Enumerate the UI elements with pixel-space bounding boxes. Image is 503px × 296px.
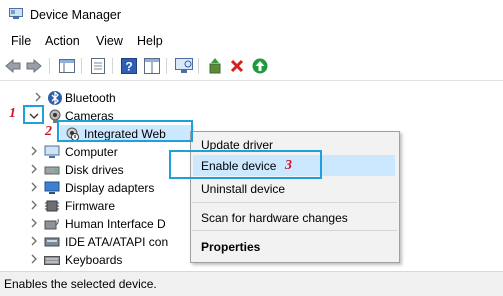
chevron-right-icon	[31, 182, 37, 192]
toolbar-separator	[112, 58, 113, 74]
view-pane-icon	[144, 58, 160, 74]
forward-arrow-icon	[26, 59, 42, 73]
menu-file[interactable]: File	[11, 34, 31, 48]
properties-sheet-icon	[91, 58, 105, 74]
device-manager-icon	[9, 8, 23, 19]
disk-drive-icon	[44, 166, 60, 175]
back-button[interactable]	[4, 57, 22, 75]
status-text: Enables the selected device.	[4, 277, 157, 291]
update-driver-icon	[209, 58, 221, 74]
update-driver-toolbar-button[interactable]	[206, 57, 224, 75]
view-toolbar-button[interactable]	[143, 57, 161, 75]
step-number-2: 2	[45, 124, 52, 139]
ide-controller-icon	[44, 237, 60, 247]
enable-arrow-icon	[252, 58, 268, 74]
chevron-right-icon	[35, 92, 41, 102]
status-bar: Enables the selected device.	[0, 271, 503, 296]
keyboard-icon	[44, 256, 60, 265]
tree-item-label: Human Interface D	[65, 217, 166, 231]
delete-x-icon	[230, 59, 244, 73]
tree-item-label: Display adapters	[65, 181, 155, 195]
bluetooth-icon	[48, 91, 62, 105]
help-toolbar-button[interactable]: ?	[120, 57, 138, 75]
tree-item-label: Bluetooth	[65, 91, 116, 105]
chevron-right-icon	[31, 254, 37, 264]
tree-item-label: Keyboards	[65, 253, 123, 267]
toolbar-separator	[49, 58, 50, 74]
toolbar-separator	[81, 58, 82, 74]
forward-button[interactable]	[25, 57, 43, 75]
menu-help[interactable]: Help	[137, 34, 163, 48]
callout-box-enable	[169, 150, 322, 179]
window-title: Device Manager	[30, 8, 122, 22]
show-hide-tree-button[interactable]	[58, 57, 76, 75]
callout-box-device	[57, 120, 193, 142]
chevron-right-icon	[31, 236, 37, 246]
menu-bar: File Action View Help	[0, 30, 503, 52]
menu-separator	[192, 202, 397, 203]
tree-item-label: IDE ATA/ATAPI con	[65, 235, 169, 249]
back-arrow-icon	[5, 59, 21, 73]
toolbar: ?	[0, 52, 503, 81]
chevron-right-icon	[31, 146, 37, 156]
chevron-right-icon	[31, 218, 37, 228]
firmware-chip-icon	[45, 200, 59, 212]
menu-action[interactable]: Action	[45, 34, 80, 48]
hid-icon	[44, 218, 59, 230]
svg-text:?: ?	[125, 60, 132, 74]
menu-item-uninstall-device[interactable]: Uninstall device	[201, 182, 285, 196]
menu-item-properties[interactable]: Properties	[201, 240, 260, 254]
tree-item-label: Disk drives	[65, 163, 124, 177]
tree-item-label: Firmware	[65, 199, 115, 213]
menu-separator	[192, 230, 397, 231]
tree-item-bluetooth[interactable]: Bluetooth	[0, 89, 503, 107]
toolbar-separator	[198, 58, 199, 74]
computer-icon	[44, 145, 60, 158]
step-number-3: 3	[285, 158, 292, 173]
title-bar: Device Manager	[0, 0, 503, 30]
display-adapter-icon	[44, 181, 60, 194]
callout-box-expand	[23, 105, 44, 124]
chevron-right-icon	[31, 200, 37, 210]
console-tree-icon	[59, 59, 75, 73]
step-number-1: 1	[9, 106, 16, 121]
monitor-scan-icon	[175, 58, 193, 73]
tree-item-label: Computer	[65, 145, 118, 159]
properties-toolbar-button[interactable]	[89, 57, 107, 75]
chevron-right-icon	[31, 164, 37, 174]
toolbar-separator	[166, 58, 167, 74]
menu-item-scan-hardware[interactable]: Scan for hardware changes	[201, 211, 348, 225]
enable-toolbar-button[interactable]	[251, 57, 269, 75]
help-icon: ?	[121, 58, 137, 74]
menu-view[interactable]: View	[96, 34, 123, 48]
uninstall-toolbar-button[interactable]	[228, 57, 246, 75]
scan-hardware-button[interactable]	[175, 57, 193, 75]
